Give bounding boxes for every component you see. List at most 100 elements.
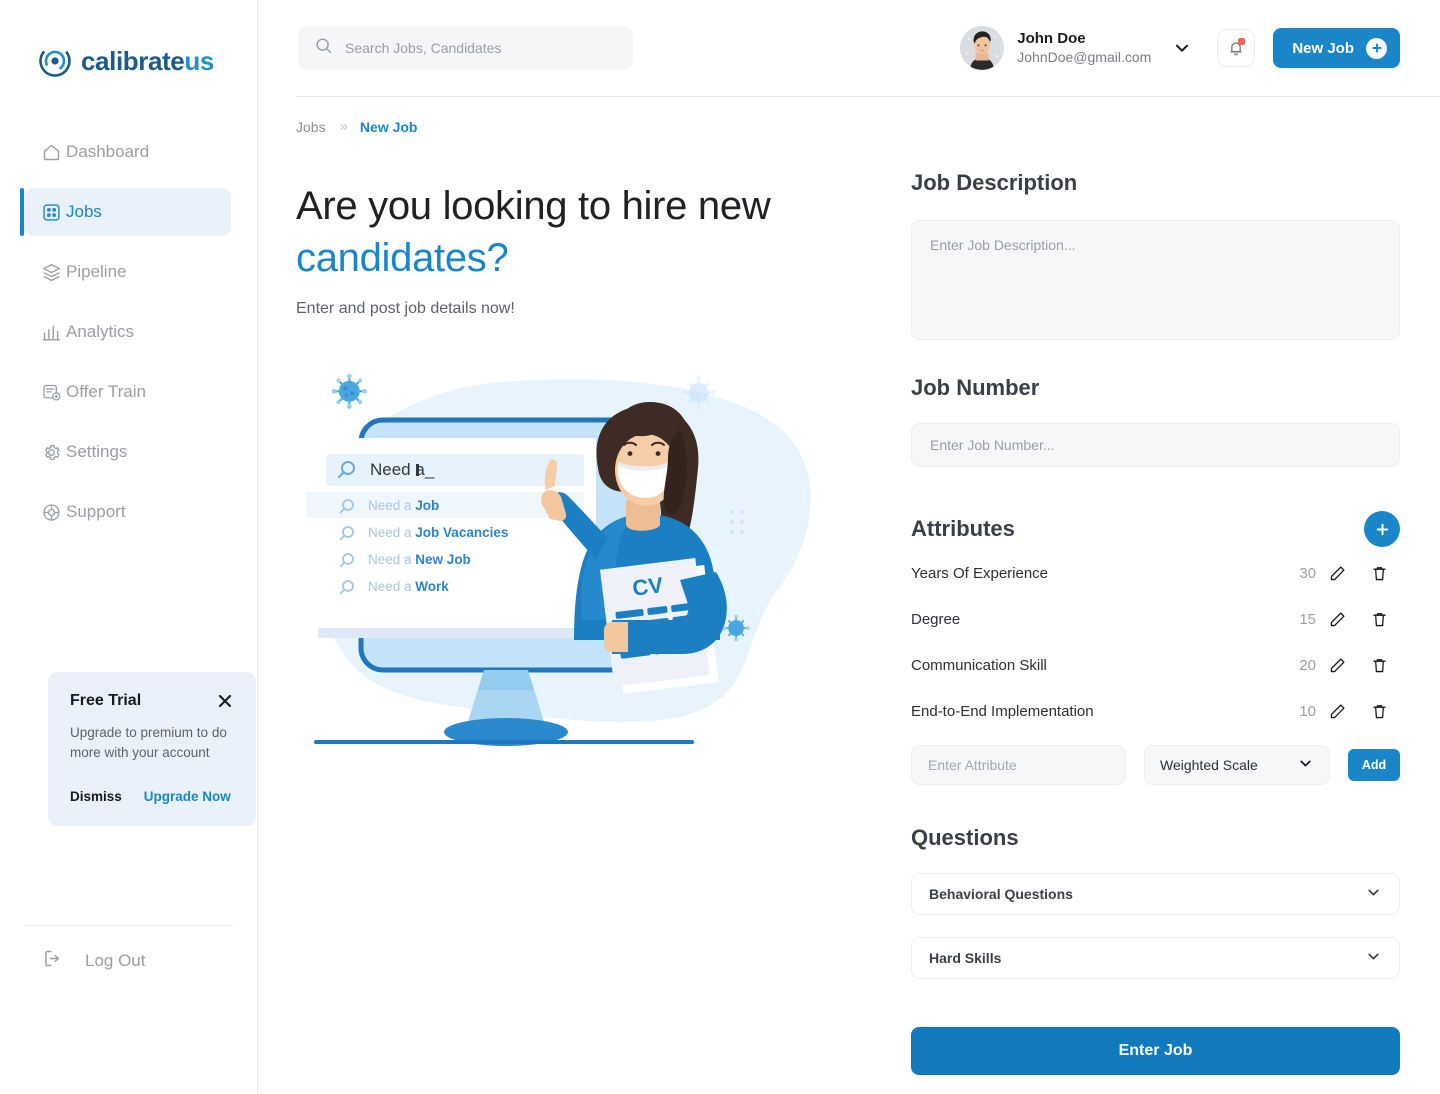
attribute-value: 10 bbox=[1299, 702, 1316, 720]
user-menu[interactable]: John Doe JohnDoe@gmail.com bbox=[960, 26, 1151, 70]
illustration-cv-label: CV bbox=[631, 572, 665, 601]
job-number-input[interactable] bbox=[911, 423, 1400, 467]
pencil-icon[interactable] bbox=[1316, 610, 1358, 629]
new-attribute-input[interactable] bbox=[911, 745, 1126, 785]
brand-name-part1: calibrate bbox=[81, 45, 185, 76]
breadcrumb-jobs[interactable]: Jobs bbox=[296, 119, 326, 135]
search-box[interactable] bbox=[298, 26, 633, 70]
sidebar-item-jobs[interactable]: Jobs bbox=[20, 188, 231, 236]
sidebar-divider bbox=[24, 925, 233, 926]
free-trial-actions: Dismiss Upgrade Now bbox=[70, 789, 234, 804]
plus-icon bbox=[1376, 523, 1388, 535]
layers-icon bbox=[40, 261, 62, 283]
questions-title: Questions bbox=[911, 825, 1019, 850]
gear-icon bbox=[40, 441, 62, 463]
attributes-title: Attributes bbox=[911, 516, 1015, 541]
job-number-title: Job Number bbox=[911, 375, 1040, 400]
chevron-down-icon bbox=[1365, 948, 1382, 968]
behavioral-questions-accordion[interactable]: Behavioral Questions bbox=[911, 873, 1400, 915]
accordion-label: Hard Skills bbox=[929, 950, 1002, 966]
attribute-name: Communication Skill bbox=[911, 656, 1047, 674]
calibrate-circle-logo-icon bbox=[38, 44, 72, 78]
attribute-row: Communication Skill 20 bbox=[911, 645, 1400, 685]
left-column: Jobs » New Job Are you looking to hire n… bbox=[296, 96, 881, 1075]
sidebar-item-pipeline[interactable]: Pipeline bbox=[24, 248, 231, 296]
page-title: Are you looking to hire new candidates? bbox=[296, 180, 881, 284]
accordion-label: Behavioral Questions bbox=[929, 886, 1073, 902]
add-attribute-fab[interactable] bbox=[1364, 511, 1400, 547]
attribute-value: 30 bbox=[1299, 564, 1316, 582]
free-trial-title: Free Trial bbox=[70, 692, 142, 709]
pencil-icon[interactable] bbox=[1316, 564, 1358, 583]
sidebar: calibrateus Dashboard Jobs Pipeline Anal… bbox=[0, 0, 258, 1094]
avatar bbox=[960, 26, 1005, 70]
sidebar-item-settings[interactable]: Settings bbox=[24, 428, 231, 476]
attribute-row: Years Of Experience 30 bbox=[911, 553, 1400, 593]
brand-logo[interactable]: calibrateus bbox=[0, 0, 257, 78]
sidebar-item-label: Settings bbox=[66, 442, 128, 461]
trash-icon[interactable] bbox=[1358, 564, 1400, 583]
chevron-down-icon bbox=[1365, 884, 1382, 904]
job-description-block: Job Description bbox=[911, 170, 1400, 345]
sidebar-item-label: Dashboard bbox=[66, 142, 150, 161]
attribute-value: 20 bbox=[1299, 656, 1316, 674]
sidebar-item-label: Pipeline bbox=[66, 262, 127, 281]
sidebar-item-offer-train[interactable]: Offer Train bbox=[24, 368, 231, 416]
sidebar-item-label: Offer Train bbox=[66, 382, 146, 401]
job-number-block: Job Number bbox=[911, 375, 1400, 467]
sidebar-nav: Dashboard Jobs Pipeline Analytics Offer … bbox=[0, 122, 257, 542]
trash-icon[interactable] bbox=[1358, 702, 1400, 721]
svg-text:Need a Job Vacancies: Need a Job Vacancies bbox=[368, 525, 508, 540]
pencil-icon[interactable] bbox=[1316, 656, 1358, 675]
attribute-name: Years Of Experience bbox=[911, 564, 1049, 582]
topbar-right: John Doe JohnDoe@gmail.com New Job bbox=[960, 26, 1400, 70]
dismiss-button[interactable]: Dismiss bbox=[70, 789, 122, 804]
add-attribute-button[interactable]: Add bbox=[1348, 749, 1400, 781]
header-divider bbox=[296, 96, 1440, 97]
user-meta: John Doe JohnDoe@gmail.com bbox=[1017, 29, 1151, 66]
notifications-button[interactable] bbox=[1217, 29, 1256, 67]
chevron-down-icon[interactable] bbox=[1161, 38, 1203, 58]
page-title-line2: candidates? bbox=[296, 236, 509, 280]
grid-icon bbox=[40, 201, 62, 223]
upgrade-now-link[interactable]: Upgrade Now bbox=[144, 789, 231, 804]
scale-type-select[interactable]: Weighted Scale bbox=[1144, 745, 1330, 785]
job-description-input[interactable] bbox=[911, 220, 1400, 340]
user-email: JohnDoe@gmail.com bbox=[1017, 48, 1152, 65]
document-check-icon bbox=[40, 381, 62, 403]
free-trial-body: Upgrade to premium to do more with your … bbox=[70, 725, 227, 760]
breadcrumb-new-job[interactable]: New Job bbox=[360, 119, 418, 135]
right-column: Job Description Job Number Attributes Ye… bbox=[881, 96, 1400, 1075]
home-icon bbox=[40, 141, 62, 163]
job-description-title: Job Description bbox=[911, 170, 1078, 195]
app-root: calibrateus Dashboard Jobs Pipeline Anal… bbox=[0, 0, 1440, 1094]
attribute-row: Degree 15 bbox=[911, 599, 1400, 639]
bar-chart-icon bbox=[40, 321, 62, 343]
topbar: John Doe JohnDoe@gmail.com New Job bbox=[258, 0, 1440, 96]
sidebar-item-dashboard[interactable]: Dashboard bbox=[24, 128, 231, 176]
trash-icon[interactable] bbox=[1358, 610, 1400, 629]
chevron-down-icon bbox=[1297, 755, 1314, 775]
plus-icon bbox=[1366, 37, 1387, 59]
sidebar-item-label: Analytics bbox=[66, 322, 135, 341]
enter-job-button[interactable]: Enter Job bbox=[911, 1027, 1400, 1075]
close-icon[interactable] bbox=[216, 692, 234, 710]
logout-label: Log Out bbox=[85, 951, 146, 970]
main-area: John Doe JohnDoe@gmail.com New Job bbox=[258, 0, 1440, 1094]
new-job-button[interactable]: New Job bbox=[1273, 28, 1400, 68]
trash-icon[interactable] bbox=[1358, 656, 1400, 675]
free-trial-header: Free Trial bbox=[70, 692, 234, 710]
attribute-name: End-to-End Implementation bbox=[911, 702, 1094, 720]
illustration-search-value: Need a_ bbox=[370, 460, 435, 479]
search-input[interactable] bbox=[345, 40, 617, 56]
sidebar-item-analytics[interactable]: Analytics bbox=[24, 308, 231, 356]
brand-name: calibrateus bbox=[81, 46, 214, 77]
pencil-icon[interactable] bbox=[1316, 702, 1358, 721]
search-icon bbox=[314, 36, 333, 60]
logout-icon bbox=[42, 948, 63, 974]
hard-skills-accordion[interactable]: Hard Skills bbox=[911, 937, 1400, 979]
content: Jobs » New Job Are you looking to hire n… bbox=[258, 96, 1440, 1075]
sidebar-item-label: Jobs bbox=[66, 202, 102, 221]
sidebar-item-support[interactable]: Support bbox=[24, 488, 231, 536]
logout-button[interactable]: Log Out bbox=[24, 938, 234, 984]
